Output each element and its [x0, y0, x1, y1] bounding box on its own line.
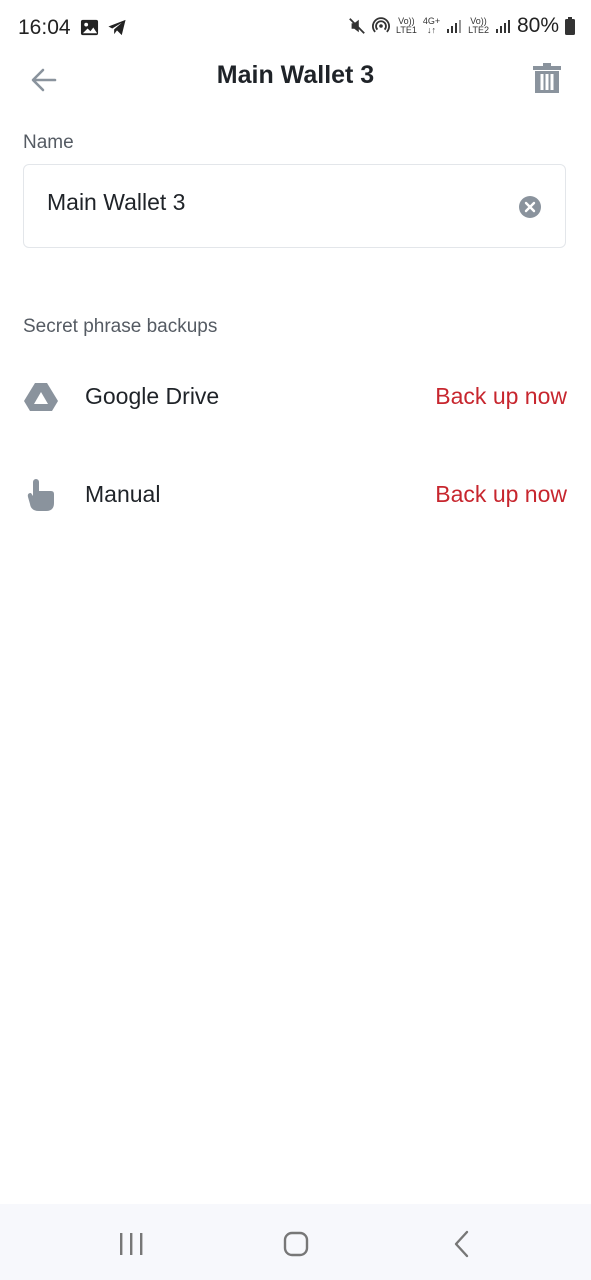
network-type-indicator: 4G+ ↓↑	[423, 17, 440, 35]
signal-icon	[495, 20, 510, 33]
page-title: Main Wallet 3	[216, 61, 375, 89]
data-activity-label: ↓↑	[426, 25, 436, 35]
sim2-indicator: Vo)) LTE2	[468, 17, 489, 35]
sim2-lte-label: LTE2	[468, 25, 489, 35]
status-notification-icons	[80, 18, 127, 37]
system-nav-bar	[0, 1204, 591, 1280]
signal-icon	[447, 20, 462, 33]
hand-pointer-icon	[24, 478, 58, 512]
home-button[interactable]	[276, 1226, 316, 1262]
hotspot-icon	[372, 17, 390, 33]
system-back-button[interactable]	[442, 1226, 482, 1262]
recent-apps-button[interactable]	[111, 1226, 151, 1262]
gallery-icon	[80, 19, 99, 36]
clear-icon[interactable]	[519, 196, 541, 218]
trash-icon	[533, 63, 561, 93]
battery-icon	[565, 17, 575, 35]
sim1-indicator: Vo)) LTE1	[396, 17, 417, 35]
telegram-icon	[108, 19, 126, 36]
sim1-lte-label: LTE1	[396, 25, 417, 35]
backup-name-manual: Manual	[85, 481, 161, 507]
wallet-name-input[interactable]	[47, 189, 487, 216]
back-up-now-google-drive-button[interactable]: Back up now	[435, 383, 567, 410]
wallet-name-field[interactable]	[23, 164, 566, 248]
home-icon	[283, 1231, 309, 1257]
chevron-left-icon	[454, 1230, 469, 1258]
app-header: Main Wallet 3	[0, 56, 591, 100]
backup-row-google-drive[interactable]: Google Drive Back up now	[0, 366, 591, 426]
backup-row-manual[interactable]: Manual Back up now	[0, 464, 591, 524]
back-up-now-manual-button[interactable]: Back up now	[435, 481, 567, 508]
status-time: 16:04	[18, 16, 71, 39]
secret-phrase-backups-label: Secret phrase backups	[23, 316, 218, 337]
google-drive-icon	[24, 380, 58, 414]
delete-wallet-button[interactable]	[529, 60, 565, 96]
status-right-icons: Vo)) LTE1 4G+ ↓↑ Vo)) LTE2 80%	[348, 14, 575, 38]
recent-apps-icon	[120, 1233, 143, 1255]
backup-name-google-drive: Google Drive	[85, 383, 220, 409]
battery-percent: 80%	[516, 14, 559, 37]
name-label: Name	[23, 132, 74, 153]
status-bar: 16:04 Vo)) LTE1 4G+ ↓↑ Vo)) LTE2 80%	[0, 0, 591, 56]
mute-icon	[349, 18, 365, 34]
